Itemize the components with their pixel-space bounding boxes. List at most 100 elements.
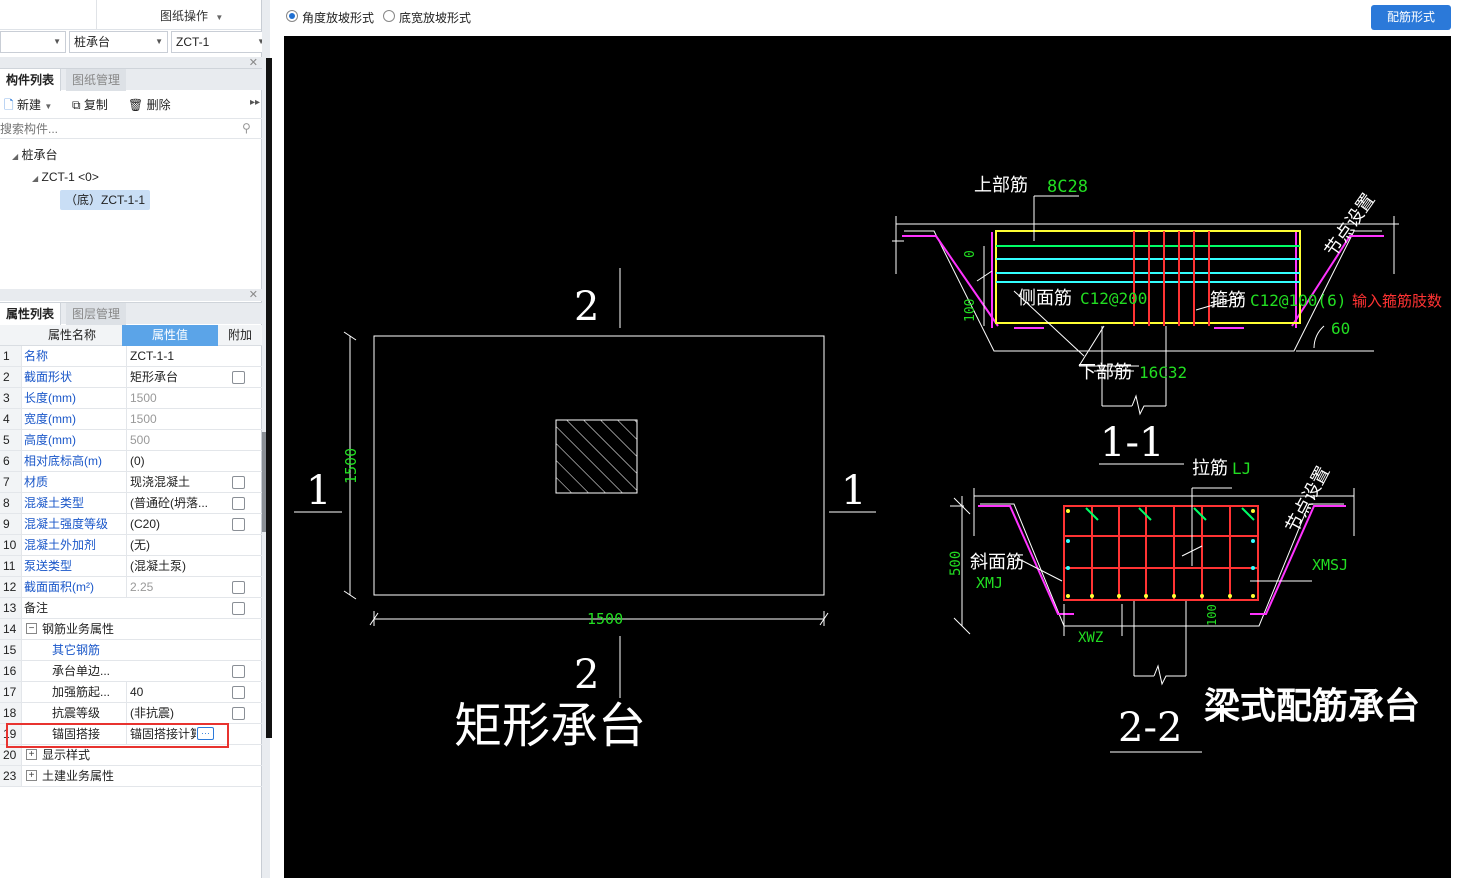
property-row[interactable]: 5 高度(mm) 500	[0, 430, 262, 451]
tab-component-list[interactable]: 构件列表	[0, 69, 62, 91]
attach-checkbox[interactable]	[232, 707, 245, 720]
search-input[interactable]	[0, 120, 230, 138]
attach-checkbox[interactable]	[232, 371, 245, 384]
property-value[interactable]: 1500	[126, 388, 218, 408]
attach-checkbox[interactable]	[232, 602, 245, 615]
property-value[interactable]: 矩形承台	[126, 367, 218, 387]
xwz-label: XWZ	[1078, 630, 1103, 646]
copy-button[interactable]: ⧉ 复制	[72, 96, 108, 114]
search-box[interactable]: ⚲	[0, 118, 262, 139]
new-label: 新建	[17, 98, 42, 112]
drawing-ops-menu[interactable]: 图纸操作 ▼	[160, 7, 223, 24]
attach-checkbox[interactable]	[232, 518, 245, 531]
property-row[interactable]: 2 截面形状 矩形承台	[0, 367, 262, 388]
property-value[interactable]: 40	[126, 682, 218, 702]
pile-hatch	[555, 419, 638, 494]
property-row[interactable]: 4 宽度(mm) 1500	[0, 409, 262, 430]
name-select[interactable]: ZCT-1 ▼	[171, 31, 270, 53]
delete-button[interactable]: 🗑 删除	[128, 96, 171, 114]
property-row[interactable]: 3 长度(mm) 1500	[0, 388, 262, 409]
more-icon[interactable]: ▸▸	[250, 97, 260, 108]
section-1-1-title: 1-1	[1100, 420, 1164, 466]
row-number: 14	[0, 619, 22, 639]
property-row[interactable]: 13 备注	[0, 598, 262, 619]
row-number: 9	[0, 514, 22, 534]
property-value[interactable]: (C20)	[126, 514, 218, 534]
property-value[interactable]: (普通砼(坍落...	[126, 493, 218, 513]
row-number: 11	[0, 556, 22, 576]
property-panel-header: 属性列表 图层管理	[0, 302, 262, 325]
expand-icon[interactable]: +	[26, 770, 37, 781]
attach-checkbox[interactable]	[232, 665, 245, 678]
property-row[interactable]: 10 混凝土外加剂 (无)	[0, 535, 262, 556]
row-number: 5	[0, 430, 22, 450]
config-form-button[interactable]: 配筋形式	[1371, 5, 1451, 30]
type-select[interactable]: 桩承台 ▼	[69, 31, 168, 53]
property-name: 截面面积(m²)	[24, 580, 94, 594]
property-row[interactable]: 23 + 土建业务属性	[0, 766, 262, 787]
property-row[interactable]: 15 其它钢筋	[0, 640, 262, 661]
tree-child[interactable]: ◢ ZCT-1 <0>	[32, 170, 99, 184]
caret-down-icon: ◢	[12, 152, 19, 161]
property-row[interactable]: 18 抗震等级 (非抗震)	[0, 703, 262, 724]
header-name: 属性名称	[48, 328, 97, 342]
property-row[interactable]: 9 混凝土强度等级 (C20)	[0, 514, 262, 535]
property-row[interactable]: 7 材质 现浇混凝土	[0, 472, 262, 493]
tree-leaf-label: （底）ZCT-1-1	[65, 193, 146, 207]
collapse-icon[interactable]: −	[26, 623, 37, 634]
attach-checkbox[interactable]	[232, 497, 245, 510]
trash-icon: 🗑	[128, 98, 144, 112]
property-row[interactable]: 17 加强筋起... 40	[0, 682, 262, 703]
tab-drawing-management[interactable]: 图纸管理	[66, 69, 127, 91]
property-row[interactable]: 20 + 显示样式	[0, 745, 262, 766]
node-setting-1: 节点设置	[1321, 190, 1379, 261]
row-number: 6	[0, 451, 22, 471]
property-value[interactable]: 1500	[126, 409, 218, 429]
property-name: 泵送类型	[24, 559, 73, 573]
attach-checkbox[interactable]	[232, 686, 245, 699]
tree-root[interactable]: ◢ 桩承台	[12, 146, 58, 163]
tab-layer-management[interactable]: 图层管理	[66, 303, 127, 325]
property-row[interactable]: 11 泵送类型 (混凝土泵)	[0, 556, 262, 577]
close-icon[interactable]: ✕	[249, 288, 258, 301]
radio-width-slope[interactable]	[383, 10, 395, 22]
highlight-box	[6, 723, 229, 748]
property-row[interactable]: 6 相对底标高(m) (0)	[0, 451, 262, 472]
property-value[interactable]: (0)	[126, 451, 218, 471]
property-name: 截面形状	[24, 370, 73, 384]
property-value[interactable]: (无)	[126, 535, 218, 555]
radio-angle-slope[interactable]	[286, 10, 298, 22]
property-value[interactable]: 2.25	[126, 577, 218, 597]
property-name: 承台单边...	[52, 664, 111, 678]
row-number: 15	[0, 640, 22, 660]
divider	[96, 0, 97, 30]
property-value[interactable]: (混凝土泵)	[126, 556, 218, 576]
bottom-bar-value: 16C32	[1139, 363, 1187, 382]
property-value[interactable]: 现浇混凝土	[126, 472, 218, 492]
property-row[interactable]: 16 承台单边...	[0, 661, 262, 682]
search-icon: ⚲	[242, 121, 251, 135]
attach-checkbox[interactable]	[232, 581, 245, 594]
property-name: 抗震等级	[52, 706, 101, 720]
property-row[interactable]: 14− 钢筋业务属性	[0, 619, 262, 640]
stirrup-hint[interactable]: 输入箍筋肢数	[1352, 292, 1442, 310]
tree-leaf-selected[interactable]: （底）ZCT-1-1	[60, 190, 151, 210]
tab-property-list[interactable]: 属性列表	[0, 303, 62, 325]
node-setting-2: 节点设置	[1282, 463, 1334, 536]
new-button[interactable]: 🗋 新建 ▼	[4, 96, 52, 114]
property-row[interactable]: 1 名称 ZCT-1-1	[0, 346, 262, 367]
property-value[interactable]: (非抗震)	[126, 703, 218, 723]
property-row[interactable]: 12 截面面积(m²) 2.25	[0, 577, 262, 598]
new-icon: 🗋	[4, 98, 14, 112]
row-number: 23	[0, 766, 22, 786]
attach-checkbox[interactable]	[232, 476, 245, 489]
property-value[interactable]: ZCT-1-1	[126, 346, 218, 366]
property-row[interactable]: 8 混凝土类型 (普通砼(坍落...	[0, 493, 262, 514]
expand-icon[interactable]: +	[26, 749, 37, 760]
section-2-2-title: 2-2	[1118, 705, 1182, 751]
row-number: 17	[0, 682, 22, 702]
tie-bar-value: LJ	[1232, 459, 1251, 478]
property-value[interactable]: 500	[126, 430, 218, 450]
floor-select[interactable]: ▼	[0, 31, 66, 53]
drawing-canvas: 2 2 1 1 1500 1500 矩形承台 上部筋 8C28 节点设置 0 1…	[284, 36, 1451, 878]
